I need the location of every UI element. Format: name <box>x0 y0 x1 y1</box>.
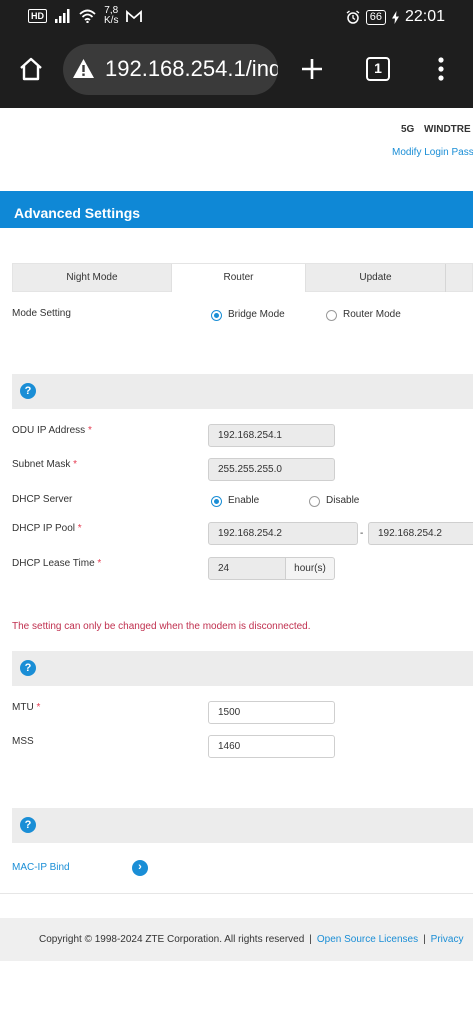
dhcp-lease-field[interactable]: 24 <box>208 557 286 580</box>
settings-tabs: Night Mode Router Update <box>12 263 473 292</box>
tab-label: Night Mode <box>66 272 118 283</box>
mtu-input[interactable]: 1500 <box>208 701 335 724</box>
mode-setting-label: Mode Setting <box>12 308 71 319</box>
subnet-mask-label: Subnet Mask * <box>12 459 77 470</box>
odu-ip-field[interactable]: 192.168.254.1 <box>208 424 335 447</box>
battery-level: 66 <box>365 9 386 25</box>
home-icon[interactable] <box>18 56 44 82</box>
tab-night-mode[interactable]: Night Mode <box>13 264 171 292</box>
required-mark: * <box>73 459 78 470</box>
copyright-text: Copyright © 1998-2024 ZTE Corporation. A… <box>39 934 305 945</box>
operator-name: WINDTRE <box>424 124 471 135</box>
alarm-icon <box>346 10 360 24</box>
footer-text: Copyright © 1998-2024 ZTE Corporation. A… <box>39 934 463 945</box>
dhcp-disable-label[interactable]: Disable <box>326 495 359 506</box>
dhcp-enable-label[interactable]: Enable <box>228 495 259 506</box>
gmail-icon <box>126 9 143 22</box>
network-type: 5G <box>401 124 415 135</box>
divider <box>0 893 473 894</box>
url-text[interactable]: 192.168.254.1/index.html <box>105 56 278 82</box>
dhcp-lease-label: DHCP Lease Time * <box>12 558 101 569</box>
tab-router[interactable]: Router <box>171 264 306 292</box>
bridge-mode-label[interactable]: Bridge Mode <box>228 309 285 320</box>
status-left: HD 7,8 K/s <box>28 6 143 26</box>
tab-label: Router <box>223 272 254 283</box>
required-mark: * <box>77 523 82 534</box>
browser-toolbar: 192.168.254.1/index.html 1 <box>0 36 473 108</box>
help-icon[interactable]: ? <box>20 817 36 833</box>
new-tab-icon[interactable] <box>301 58 323 80</box>
hd-badge: HD <box>28 9 47 23</box>
chevron-right-icon[interactable]: › <box>132 860 148 876</box>
lan-section-header: ? <box>12 374 473 409</box>
dhcp-lease-label-text: DHCP Lease Time <box>12 558 95 569</box>
status-bar: HD 7,8 K/s 66 22:01 <box>0 0 473 36</box>
tab-update[interactable]: Update <box>306 264 445 292</box>
footer-separator: | <box>423 934 426 945</box>
wifi-icon <box>79 9 96 23</box>
status-right: 66 22:01 <box>346 8 445 26</box>
signal-icon <box>55 9 70 23</box>
required-mark: * <box>36 702 41 713</box>
mtu-label-text: MTU <box>12 702 34 713</box>
clock: 22:01 <box>404 8 445 25</box>
tab-divider <box>445 264 446 292</box>
router-mode-label[interactable]: Router Mode <box>343 309 401 320</box>
tab-count: 1 <box>374 60 382 76</box>
footer-separator: | <box>309 934 312 945</box>
modify-login-password-link[interactable]: Modify Login Password <box>392 147 473 158</box>
page-title: Advanced Settings <box>14 205 141 221</box>
subnet-mask-field[interactable]: 255.255.255.0 <box>208 458 335 481</box>
required-mark: * <box>97 558 102 569</box>
mtu-label: MTU * <box>12 702 40 713</box>
open-source-licenses-link[interactable]: Open Source Licenses <box>317 934 418 945</box>
mss-label: MSS <box>12 736 34 747</box>
disconnect-warning: The setting can only be changed when the… <box>12 621 311 632</box>
mac-section-header: ? <box>12 808 473 843</box>
dhcp-pool-label-text: DHCP IP Pool <box>12 523 75 534</box>
help-icon[interactable]: ? <box>20 660 36 676</box>
bridge-mode-radio[interactable] <box>211 310 222 321</box>
mss-input[interactable]: 1460 <box>208 735 335 758</box>
help-icon[interactable]: ? <box>20 383 36 399</box>
privacy-link[interactable]: Privacy <box>431 934 464 945</box>
dhcp-pool-separator: - <box>360 528 364 539</box>
menu-icon[interactable] <box>437 57 445 81</box>
page-title-bar: Advanced Settings <box>0 191 473 228</box>
subnet-mask-label-text: Subnet Mask <box>12 459 71 470</box>
required-mark: * <box>87 425 92 436</box>
dhcp-server-label: DHCP Server <box>12 494 73 505</box>
router-mode-radio[interactable] <box>326 310 337 321</box>
dhcp-lease-unit: hour(s) <box>285 557 335 580</box>
dhcp-pool-label: DHCP IP Pool * <box>12 523 82 534</box>
tab-label: Update <box>359 272 392 283</box>
tabs-icon[interactable]: 1 <box>366 57 390 81</box>
dhcp-pool-end-field[interactable]: 192.168.254.2 <box>368 522 473 545</box>
net-speed: 7,8 K/s <box>104 6 118 26</box>
mac-ip-bind-link[interactable]: MAC-IP Bind <box>12 862 70 873</box>
address-bar[interactable]: 192.168.254.1/index.html <box>63 44 278 95</box>
footer: Copyright © 1998-2024 ZTE Corporation. A… <box>0 918 473 961</box>
dhcp-pool-start-field[interactable]: 192.168.254.2 <box>208 522 358 545</box>
charging-icon <box>391 10 399 24</box>
dhcp-enable-radio[interactable] <box>211 496 222 507</box>
dhcp-disable-radio[interactable] <box>309 496 320 507</box>
mtu-section-header: ? <box>12 651 473 686</box>
net-speed-unit: K/s <box>104 15 119 26</box>
odu-ip-label: ODU IP Address * <box>12 425 92 436</box>
warning-icon[interactable] <box>72 58 95 79</box>
odu-ip-label-text: ODU IP Address <box>12 425 86 436</box>
